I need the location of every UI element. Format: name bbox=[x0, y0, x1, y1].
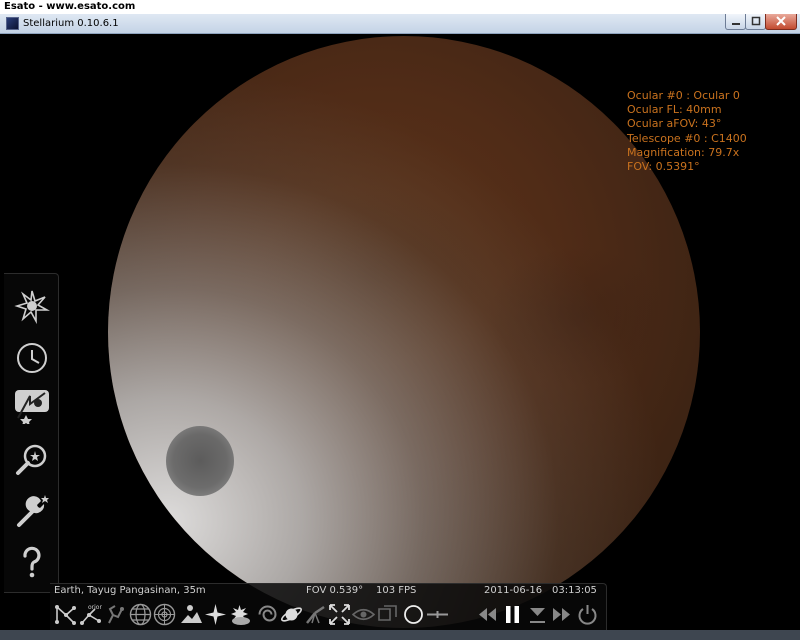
sky-and-viewing-settings-button[interactable] bbox=[14, 388, 50, 424]
equatorial-grid-button[interactable] bbox=[129, 603, 152, 626]
location-label: Earth, Tayug Pangasinan, 35m bbox=[54, 585, 206, 596]
ocular-view-button[interactable] bbox=[402, 603, 425, 626]
configuration-button[interactable] bbox=[14, 494, 50, 530]
help-icon bbox=[23, 546, 41, 578]
os-taskbar bbox=[0, 630, 800, 640]
constellation-labels-button[interactable]: orion bbox=[79, 603, 102, 626]
eclipsed-moon[interactable] bbox=[108, 36, 700, 628]
equatorial-grid-icon bbox=[129, 603, 152, 626]
constellation-lines-icon bbox=[55, 605, 76, 625]
nebulas-button[interactable] bbox=[256, 603, 279, 626]
search-icon bbox=[16, 444, 47, 475]
constellation-labels-icon: orion bbox=[80, 604, 102, 625]
power-icon bbox=[578, 605, 597, 625]
close-icon bbox=[776, 16, 786, 26]
equatorial-mount-button[interactable] bbox=[304, 603, 327, 626]
ocular-info-panel: Ocular #0 : Ocular 0 Ocular FL: 40mm Ocu… bbox=[627, 89, 747, 174]
sky-viewing-options-icon bbox=[14, 290, 50, 324]
night-mode-button[interactable] bbox=[352, 603, 375, 626]
time-label: 03:13:05 bbox=[552, 585, 597, 596]
minimize-icon bbox=[731, 23, 740, 25]
telescope-name: Telescope #0 : C1400 bbox=[627, 131, 747, 145]
azimuthal-grid-button[interactable] bbox=[153, 603, 176, 626]
date-time-button[interactable] bbox=[14, 340, 50, 376]
ocular-circle-icon bbox=[404, 605, 423, 624]
fps-label: 103 FPS bbox=[376, 585, 417, 596]
planet-icon bbox=[281, 607, 302, 622]
telescope-mount-icon bbox=[306, 605, 325, 624]
telrad-button[interactable] bbox=[426, 603, 449, 626]
atmosphere-icon bbox=[231, 605, 250, 625]
magnification: Magnification: 79.7x bbox=[627, 145, 740, 159]
ground-icon bbox=[181, 605, 202, 623]
close-button[interactable] bbox=[765, 14, 797, 30]
date-label: 2011-06-16 bbox=[484, 585, 543, 596]
sky-view[interactable]: Ocular #0 : Ocular 0 Ocular FL: 40mm Ocu… bbox=[4, 34, 798, 630]
time-now-icon bbox=[530, 608, 545, 623]
sky-viewing-options-button[interactable] bbox=[14, 288, 50, 324]
stellarium-app-icon bbox=[6, 17, 19, 30]
rewind-icon bbox=[479, 608, 496, 621]
search-button[interactable] bbox=[14, 442, 50, 478]
crosshair-icon bbox=[427, 611, 448, 618]
date-time-icon bbox=[17, 343, 47, 373]
field-of-view: FOV: 0.5391° bbox=[627, 160, 700, 174]
atmosphere-button[interactable] bbox=[228, 603, 251, 626]
ground-button[interactable] bbox=[180, 603, 203, 626]
moon-crater bbox=[166, 426, 234, 496]
set-time-now-button[interactable] bbox=[526, 603, 549, 626]
ocular-afov: Ocular aFOV: 43° bbox=[627, 117, 722, 131]
configuration-icon bbox=[17, 495, 49, 527]
azimuthal-grid-icon bbox=[153, 603, 176, 626]
increase-time-speed-button[interactable] bbox=[550, 603, 573, 626]
night-mode-eye-icon bbox=[352, 608, 375, 621]
window-titlebar[interactable]: Stellarium 0.10.6.1 bbox=[0, 14, 800, 34]
window-title: Stellarium 0.10.6.1 bbox=[23, 18, 119, 29]
quit-button[interactable] bbox=[576, 603, 599, 626]
center-selected-button[interactable] bbox=[328, 603, 351, 626]
decrease-time-speed-button[interactable] bbox=[476, 603, 499, 626]
center-on-object-icon bbox=[329, 604, 350, 625]
moon-lit-limb bbox=[108, 36, 700, 628]
pause-button[interactable] bbox=[501, 603, 524, 626]
maximize-icon bbox=[751, 16, 760, 26]
nebula-icon bbox=[258, 605, 277, 622]
page-caption: Esato - www.esato.com bbox=[0, 0, 800, 14]
fov-label: FOV 0.539° bbox=[306, 585, 364, 596]
cardinal-points-icon bbox=[205, 604, 226, 625]
maximize-button[interactable] bbox=[745, 14, 766, 30]
sky-and-viewing-settings-icon bbox=[15, 390, 49, 424]
full-screen-button[interactable] bbox=[376, 603, 399, 626]
minimize-button[interactable] bbox=[725, 14, 746, 30]
constellation-lines-button[interactable] bbox=[54, 603, 77, 626]
window-resize-icon bbox=[378, 605, 397, 621]
bottom-toolbar: Earth, Tayug Pangasinan, 35m FOV 0.539° … bbox=[50, 583, 607, 633]
ocular-focal-length: Ocular FL: 40mm bbox=[627, 103, 722, 117]
planet-hints-button[interactable] bbox=[280, 603, 303, 626]
ocular-name: Ocular #0 : Ocular 0 bbox=[627, 89, 740, 102]
pause-icon bbox=[506, 606, 519, 623]
constellation-art-button[interactable] bbox=[104, 603, 127, 626]
left-toolbar bbox=[4, 273, 59, 593]
help-button[interactable] bbox=[14, 544, 50, 580]
cardinal-points-button[interactable] bbox=[204, 603, 227, 626]
fast-forward-icon bbox=[553, 608, 570, 621]
constellation-art-icon bbox=[108, 605, 124, 624]
